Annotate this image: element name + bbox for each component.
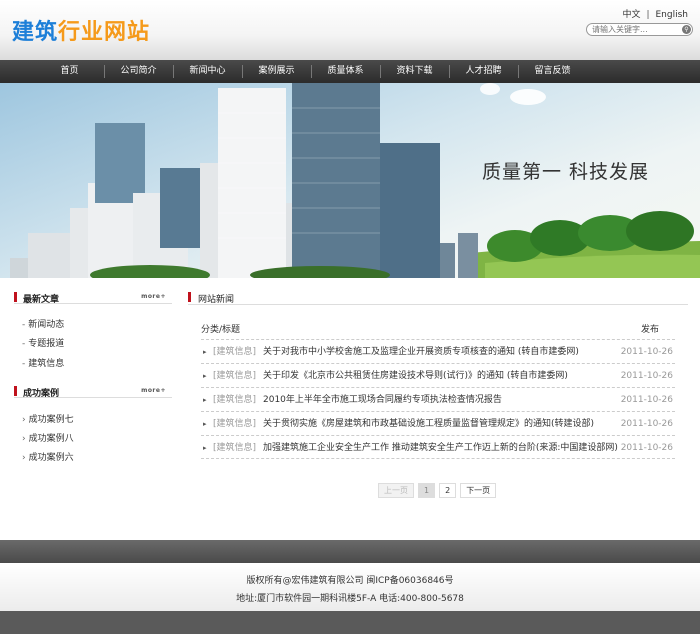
lang-chinese-link[interactable]: 中文: [622, 10, 640, 20]
news-row[interactable]: ▸ [建筑信息] 关于印发《北京市公共租赁住房建设技术导则(试行)》的通知 (转…: [201, 363, 675, 387]
column-header-category: 分类/标题: [201, 325, 241, 335]
footer-copyright: 版权所有@宏伟建筑有限公司 闽ICP备06036846号: [246, 576, 454, 586]
section-marker: [188, 292, 191, 302]
footer: 版权所有@宏伟建筑有限公司 闽ICP备06036846号 地址:厦门市软件园一期…: [0, 563, 700, 611]
news-title[interactable]: 加强建筑施工企业安全生产工作 推动建筑安全生产工作迈上新的台阶(来源:中国建设部…: [263, 436, 618, 460]
news-category[interactable]: [建筑信息]: [213, 364, 256, 388]
page-1-button[interactable]: 1: [418, 483, 436, 498]
nav-downloads[interactable]: 资料下载: [380, 60, 449, 83]
case-item-label: 成功案例七: [28, 415, 74, 425]
news-list: ▸ [建筑信息] 关于对我市中小学校舍施工及监理企业开展资质专项核查的通知 (转…: [201, 339, 675, 459]
footer-bottom-bar: [0, 611, 700, 634]
news-category[interactable]: [建筑信息]: [213, 436, 256, 460]
section-marker: [14, 292, 17, 302]
sidebar-item-label: 新闻动态: [28, 320, 65, 330]
case-item-6[interactable]: › 成功案例六: [22, 450, 74, 463]
pagination: 上一页 1 2 下一页: [378, 483, 497, 498]
logo-text-part1: 建筑: [12, 20, 59, 45]
news-date: 2011-10-26: [620, 347, 673, 357]
nav-cases[interactable]: 案例展示: [242, 60, 311, 83]
nav-home[interactable]: 首页: [35, 60, 104, 83]
sidebar: 最新文章 more+ - 新闻动态 - 专题报道 - 建筑信息 成功案例 more+ …: [14, 278, 174, 540]
logo-text-part2: 行业网站: [58, 20, 151, 45]
success-cases-more-link[interactable]: more+: [141, 387, 166, 394]
news-date: 2011-10-26: [620, 419, 673, 429]
sidebar-item-construction[interactable]: - 建筑信息: [22, 356, 64, 369]
sidebar-item-special[interactable]: - 专题报道: [22, 336, 64, 349]
site-news-title: 网站新闻: [198, 295, 235, 305]
nav-jobs[interactable]: 人才招聘: [449, 60, 518, 83]
latest-articles-more-link[interactable]: more+: [141, 293, 166, 300]
news-row[interactable]: ▸ [建筑信息] 关于贯彻实施《房屋建筑和市政基础设施工程质量监督管理规定》的通…: [201, 411, 675, 435]
news-title[interactable]: 关于对我市中小学校舍施工及监理企业开展资质专项核查的通知 (转自市建委网): [263, 340, 579, 364]
news-category[interactable]: [建筑信息]: [213, 412, 256, 436]
footer-band: [0, 540, 700, 563]
lang-english-link[interactable]: English: [656, 10, 689, 20]
sidebar-item-label: 建筑信息: [28, 359, 65, 369]
sidebar-item-news[interactable]: - 新闻动态: [22, 317, 64, 330]
main-content: 网站新闻 分类/标题 发布 ▸ [建筑信息] 关于对我市中小学校舍施工及监理企业…: [188, 278, 688, 540]
news-title[interactable]: 2010年上半年全市施工现场合同履约专项执法检查情况报告: [263, 388, 502, 412]
news-row[interactable]: ▸ [建筑信息] 关于对我市中小学校舍施工及监理企业开展资质专项核查的通知 (转…: [201, 339, 675, 363]
news-date: 2011-10-26: [620, 395, 673, 405]
search-input[interactable]: [592, 24, 676, 35]
arrow-icon: ▸: [203, 348, 207, 356]
prev-page-button[interactable]: 上一页: [378, 483, 414, 498]
search-box: ⚲: [586, 23, 693, 36]
hero-banner: 质量第一 科技发展: [0, 83, 700, 278]
success-cases-title: 成功案例: [23, 389, 60, 399]
column-header-date: 发布: [641, 325, 660, 335]
case-item-label: 成功案例八: [28, 434, 74, 444]
arrow-icon: ▸: [203, 396, 207, 404]
next-page-button[interactable]: 下一页: [460, 483, 497, 498]
language-switcher: 中文 | English: [622, 7, 688, 20]
news-title[interactable]: 关于印发《北京市公共租赁住房建设技术导则(试行)》的通知 (转自市建委网): [263, 364, 568, 388]
main-nav: 首页 公司简介 新闻中心 案例展示 质量体系 资料下载 人才招聘 留言反馈: [0, 60, 700, 83]
nav-feedback[interactable]: 留言反馈: [518, 60, 587, 83]
latest-articles-title: 最新文章: [23, 295, 60, 305]
nav-news[interactable]: 新闻中心: [173, 60, 242, 83]
nav-quality[interactable]: 质量体系: [311, 60, 380, 83]
sidebar-item-label: 专题报道: [28, 339, 65, 349]
banner-slogan: 质量第一 科技发展: [482, 161, 650, 183]
search-icon[interactable]: ⚲: [682, 25, 691, 34]
section-marker: [14, 386, 17, 396]
latest-articles-header: 最新文章 more+: [14, 292, 172, 305]
success-cases-header: 成功案例 more+: [14, 386, 172, 399]
nav-about[interactable]: 公司简介: [104, 60, 173, 83]
page-2-button[interactable]: 2: [439, 483, 457, 498]
case-item-7[interactable]: › 成功案例七: [22, 412, 74, 425]
news-category[interactable]: [建筑信息]: [213, 340, 256, 364]
news-row[interactable]: ▸ [建筑信息] 加强建筑施工企业安全生产工作 推动建筑安全生产工作迈上新的台阶…: [201, 435, 675, 459]
news-row[interactable]: ▸ [建筑信息] 2010年上半年全市施工现场合同履约专项执法检查情况报告 20…: [201, 387, 675, 411]
site-logo[interactable]: 建筑行业网站: [12, 14, 150, 46]
case-item-8[interactable]: › 成功案例八: [22, 431, 74, 444]
arrow-icon: ▸: [203, 444, 207, 452]
news-category[interactable]: [建筑信息]: [213, 388, 256, 412]
arrow-icon: ▸: [203, 372, 207, 380]
site-news-header: 网站新闻: [188, 292, 688, 305]
news-date: 2011-10-26: [620, 443, 673, 453]
arrow-icon: ▸: [203, 420, 207, 428]
lang-separator: |: [646, 10, 650, 20]
case-item-label: 成功案例六: [28, 453, 74, 463]
news-date: 2011-10-26: [620, 371, 673, 381]
header: 建筑行业网站 中文 | English ⚲: [0, 0, 700, 60]
footer-address: 地址:厦门市软件园一期科讯楼5F-A 电话:400-800-5678: [236, 594, 464, 604]
news-title[interactable]: 关于贯彻实施《房屋建筑和市政基础设施工程质量监督管理规定》的通知(转建设部): [263, 412, 594, 436]
